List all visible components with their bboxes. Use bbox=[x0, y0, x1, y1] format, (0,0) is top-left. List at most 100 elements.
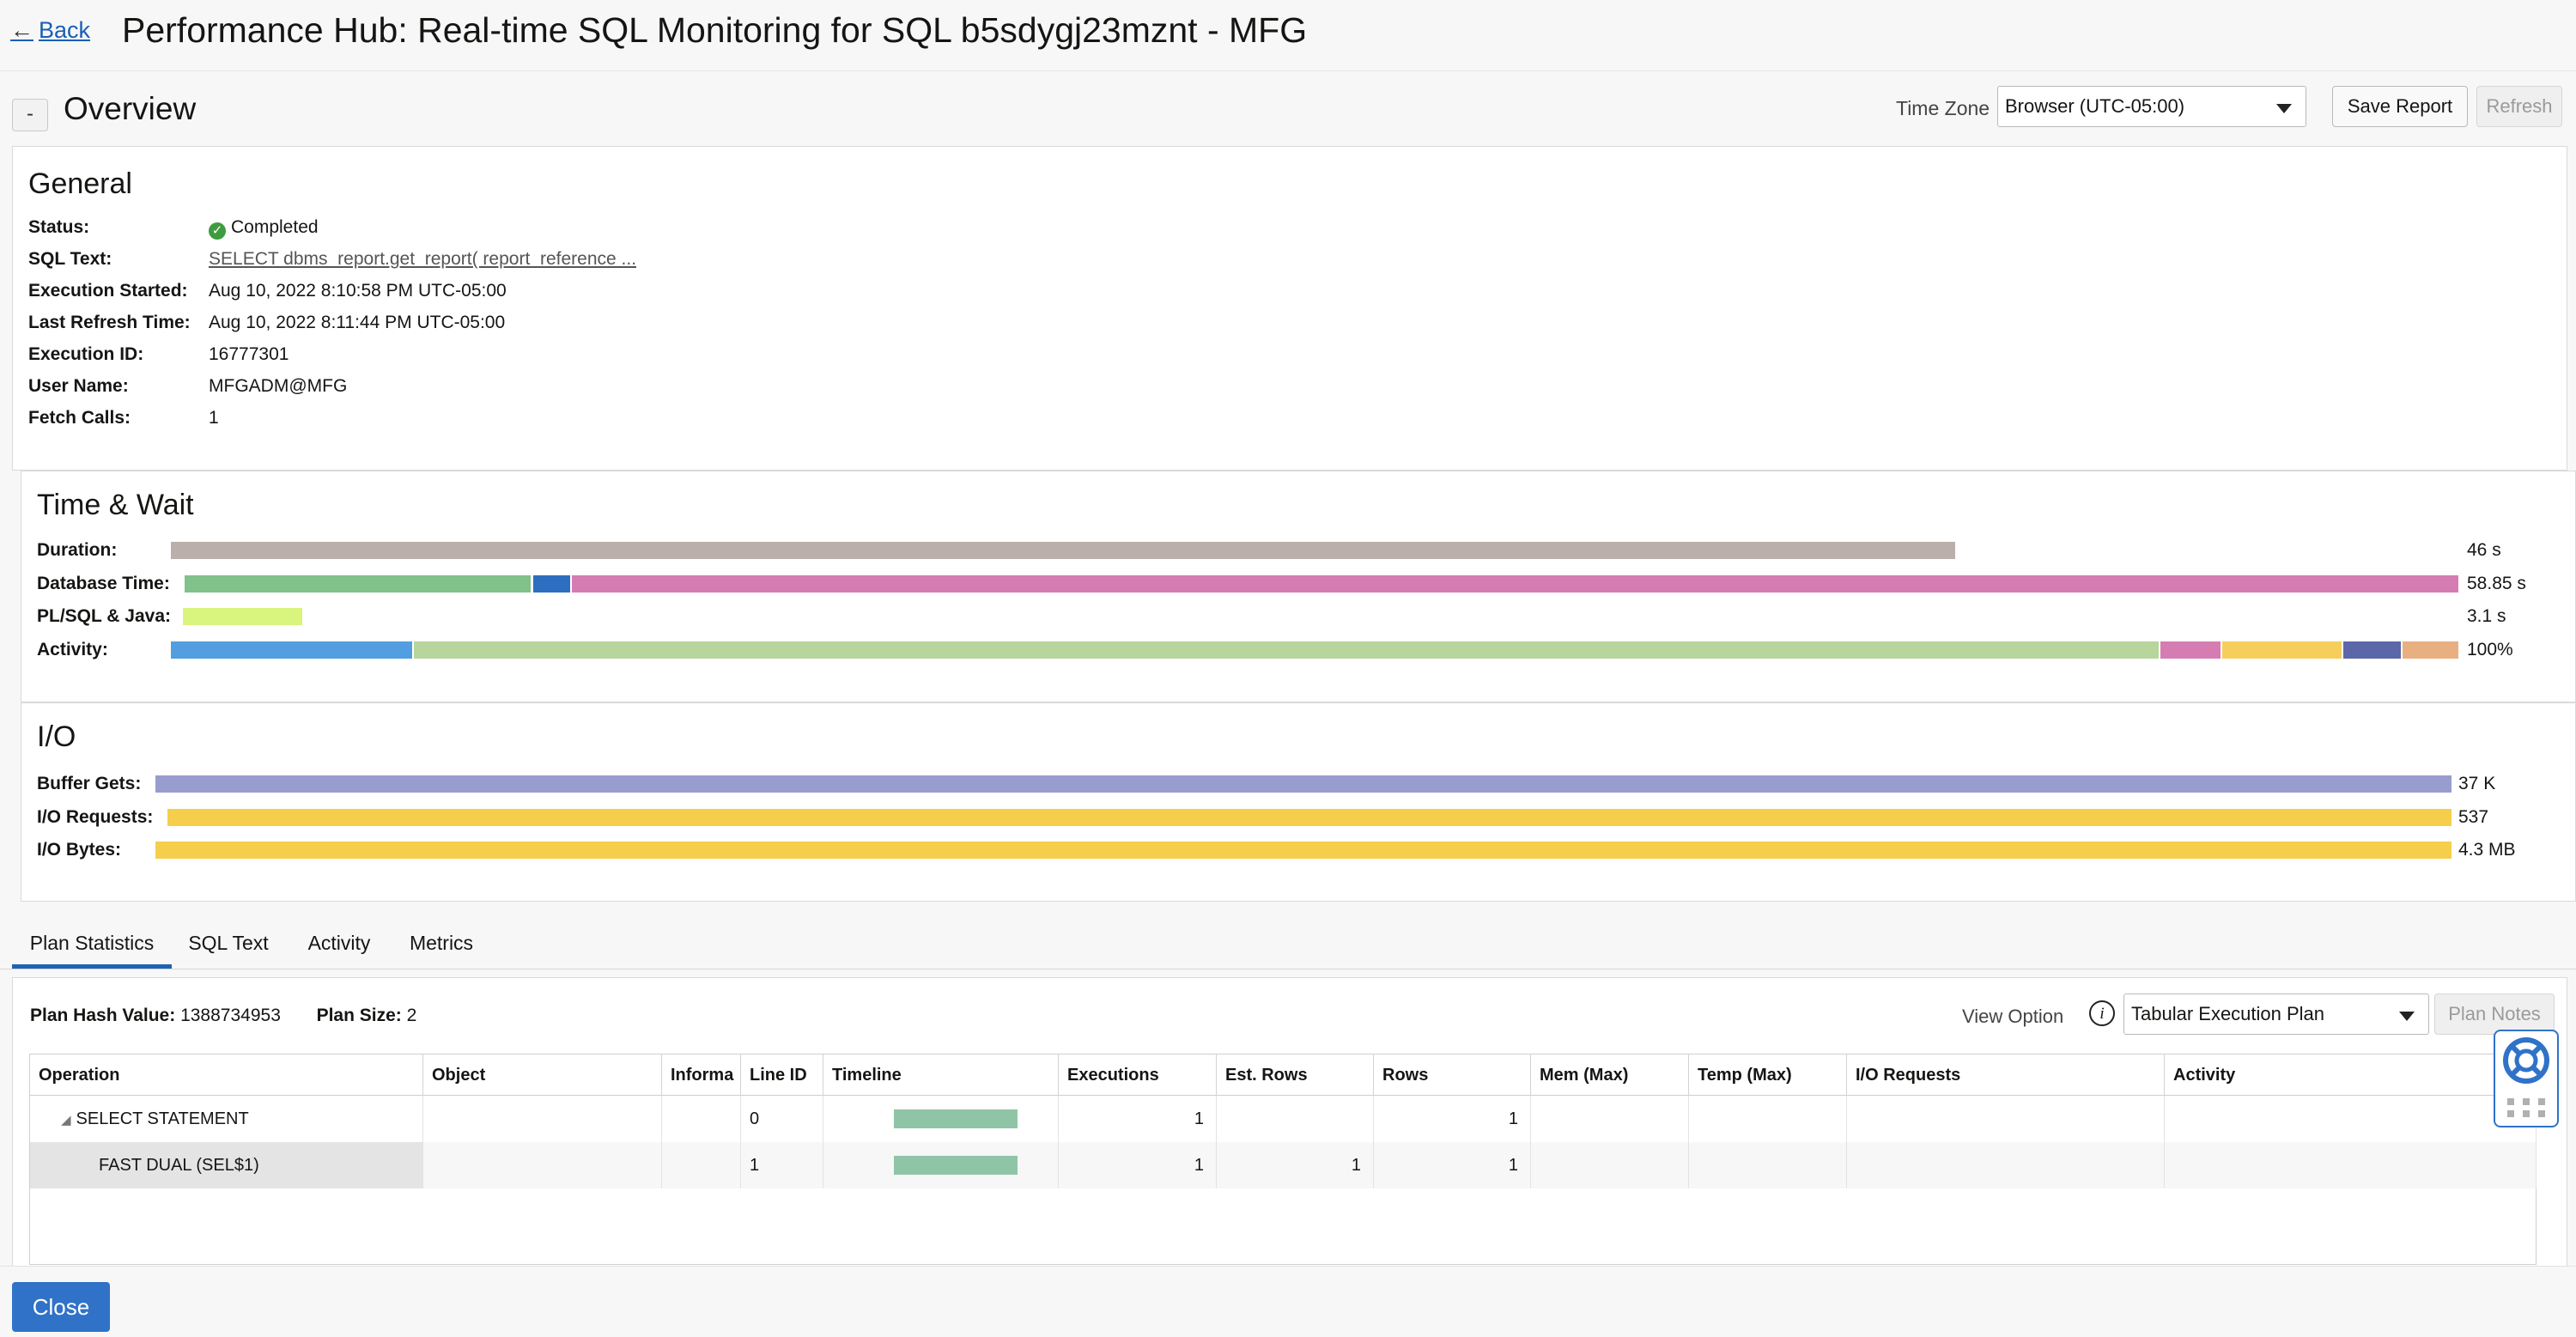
check-circle-icon: ✓ bbox=[209, 222, 226, 240]
timezone-select[interactable]: Browser (UTC-05:00) bbox=[1997, 86, 2306, 127]
time-wait-bar-segment bbox=[183, 608, 302, 625]
column-header[interactable]: Timeline bbox=[823, 1054, 1059, 1096]
time-wait-bar-segment bbox=[2343, 641, 2402, 659]
plan-table: Operation Object Informa Line ID Timeline Exe… bbox=[29, 1054, 2537, 1265]
time-wait-bar-segment bbox=[413, 641, 2159, 659]
collapse-overview-button[interactable]: - bbox=[12, 99, 48, 131]
io-value: 537 bbox=[2458, 806, 2489, 827]
timezone-value: Browser (UTC-05:00) bbox=[2005, 95, 2185, 117]
column-header[interactable]: Executions bbox=[1059, 1054, 1217, 1096]
status-text: Completed bbox=[231, 217, 319, 237]
general-row-value: Aug 10, 2022 8:11:44 PM UTC-05:00 bbox=[209, 313, 505, 333]
table-cell bbox=[1217, 1096, 1374, 1142]
footer: Close bbox=[0, 1266, 2576, 1337]
table-cell bbox=[1531, 1142, 1689, 1188]
time-wait-panel: Time & Wait Duration: 46 s Database Time: 5… bbox=[21, 471, 2576, 702]
help-widget[interactable] bbox=[2494, 1030, 2559, 1127]
row-value-text: 1 bbox=[209, 408, 219, 428]
timezone-label: Time Zone bbox=[1896, 97, 1990, 119]
column-header[interactable]: Temp (Max) bbox=[1689, 1054, 1847, 1096]
general-row-label: Execution ID: bbox=[28, 344, 144, 364]
general-panel: General Status: ✓ Completed SQL Text: SELECT… bbox=[12, 146, 2567, 471]
table-cell bbox=[662, 1142, 741, 1188]
row-value-text: Aug 10, 2022 8:10:58 PM UTC-05:00 bbox=[209, 281, 507, 301]
io-value: 4.3 MB bbox=[2458, 840, 2516, 860]
time-wait-value: 58.85 s bbox=[2467, 573, 2526, 593]
general-row-value: ✓ Completed bbox=[209, 217, 319, 240]
chevron-down-icon bbox=[2399, 1012, 2415, 1021]
time-wait-bar-segment bbox=[171, 542, 1955, 559]
general-row-value: MFGADM@MFG bbox=[209, 376, 347, 397]
time-wait-bar-segment bbox=[2160, 641, 2221, 659]
row-value-text: MFGADM@MFG bbox=[209, 376, 348, 396]
plan-hash-value: 1388734953 bbox=[180, 1006, 281, 1025]
column-header[interactable]: Object bbox=[423, 1054, 662, 1096]
plan-size-label: Plan Size: bbox=[316, 1006, 402, 1025]
page-title: Performance Hub: Real-time SQL Monitorin… bbox=[122, 10, 1308, 50]
plan-notes-button[interactable]: Plan Notes bbox=[2434, 994, 2555, 1035]
table-cell: 0 bbox=[741, 1096, 823, 1142]
time-wait-bar-segment bbox=[532, 574, 570, 593]
tab-plan-statistics[interactable]: Plan Statistics bbox=[12, 921, 172, 969]
overview-title: Overview bbox=[64, 91, 197, 126]
table-cell: 1 bbox=[1059, 1142, 1217, 1188]
table-cell bbox=[823, 1096, 1059, 1142]
time-wait-title: Time & Wait bbox=[37, 489, 194, 521]
io-row-label: Buffer Gets: bbox=[37, 774, 142, 793]
general-title: General bbox=[28, 167, 132, 200]
operation-name: FAST DUAL (SEL$1) bbox=[99, 1156, 259, 1175]
table-cell: 1 bbox=[1374, 1142, 1531, 1188]
view-option-label: View Option bbox=[1962, 1006, 2064, 1027]
time-wait-row-label: Database Time: bbox=[37, 573, 170, 593]
time-wait-value: 100% bbox=[2467, 639, 2513, 659]
general-row-value[interactable]: SELECT dbms_report.get_report( report_re… bbox=[209, 249, 636, 270]
detail-tabs: Plan Statistics SQL Text Activity Metric… bbox=[0, 921, 2576, 969]
table-cell: 1 bbox=[741, 1142, 823, 1188]
io-title: I/O bbox=[37, 720, 76, 753]
time-wait-bar-segment bbox=[571, 574, 2458, 593]
io-value: 37 K bbox=[2458, 774, 2496, 793]
general-row-value: 1 bbox=[209, 408, 219, 428]
collapse-triangle-icon[interactable]: ◢ bbox=[61, 1097, 71, 1142]
general-row-label: Last Refresh Time: bbox=[28, 313, 191, 332]
column-header[interactable]: Informa bbox=[662, 1054, 741, 1096]
general-row-label: SQL Text: bbox=[28, 249, 112, 269]
plan-hash-info: Plan Hash Value: 1388734953 Plan Size: 2 bbox=[30, 1006, 416, 1026]
table-cell bbox=[662, 1096, 741, 1142]
tab-activity[interactable]: Activity bbox=[292, 921, 386, 969]
table-cell[interactable]: ◢ SELECT STATEMENT bbox=[30, 1096, 423, 1142]
row-value-text: 16777301 bbox=[209, 344, 289, 364]
column-header[interactable]: Line ID bbox=[741, 1054, 823, 1096]
table-cell bbox=[823, 1142, 1059, 1188]
tab-sql-text[interactable]: SQL Text bbox=[180, 921, 276, 969]
table-cell bbox=[2165, 1096, 2537, 1142]
chevron-down-icon bbox=[2276, 104, 2292, 113]
column-header[interactable]: I/O Requests bbox=[1847, 1054, 2165, 1096]
close-button[interactable]: Close bbox=[12, 1282, 110, 1332]
lifebuoy-icon bbox=[2503, 1037, 2549, 1117]
table-cell bbox=[1847, 1096, 2165, 1142]
column-header[interactable]: Activity bbox=[2165, 1054, 2537, 1096]
column-header[interactable]: Mem (Max) bbox=[1531, 1054, 1689, 1096]
io-row-label: I/O Bytes: bbox=[37, 840, 122, 860]
view-option-select[interactable]: Tabular Execution Plan bbox=[2123, 994, 2429, 1035]
sql-text-link[interactable]: SELECT dbms_report.get_report( report_re… bbox=[209, 249, 636, 269]
table-cell bbox=[423, 1142, 662, 1188]
table-cell[interactable]: FAST DUAL (SEL$1) bbox=[30, 1142, 423, 1188]
io-panel: I/O Buffer Gets: 37 K I/O Requests: 537 I/O … bbox=[21, 702, 2576, 902]
table-cell bbox=[2165, 1142, 2537, 1188]
back-label: Back bbox=[39, 17, 91, 43]
time-wait-row-label: PL/SQL & Java: bbox=[37, 606, 172, 626]
save-report-button[interactable]: Save Report bbox=[2332, 86, 2468, 127]
timeline-bar bbox=[894, 1156, 1018, 1175]
timeline-bar bbox=[894, 1109, 1018, 1128]
back-link[interactable]: ← Back bbox=[10, 17, 90, 44]
tab-metrics[interactable]: Metrics bbox=[400, 921, 483, 969]
io-bar bbox=[167, 808, 2451, 826]
info-icon[interactable]: i bbox=[2089, 1000, 2115, 1026]
time-wait-value: 3.1 s bbox=[2467, 606, 2506, 626]
column-header[interactable]: Est. Rows bbox=[1217, 1054, 1374, 1096]
column-header[interactable]: Rows bbox=[1374, 1054, 1531, 1096]
column-header[interactable]: Operation bbox=[30, 1054, 423, 1096]
refresh-button[interactable]: Refresh bbox=[2476, 86, 2562, 127]
